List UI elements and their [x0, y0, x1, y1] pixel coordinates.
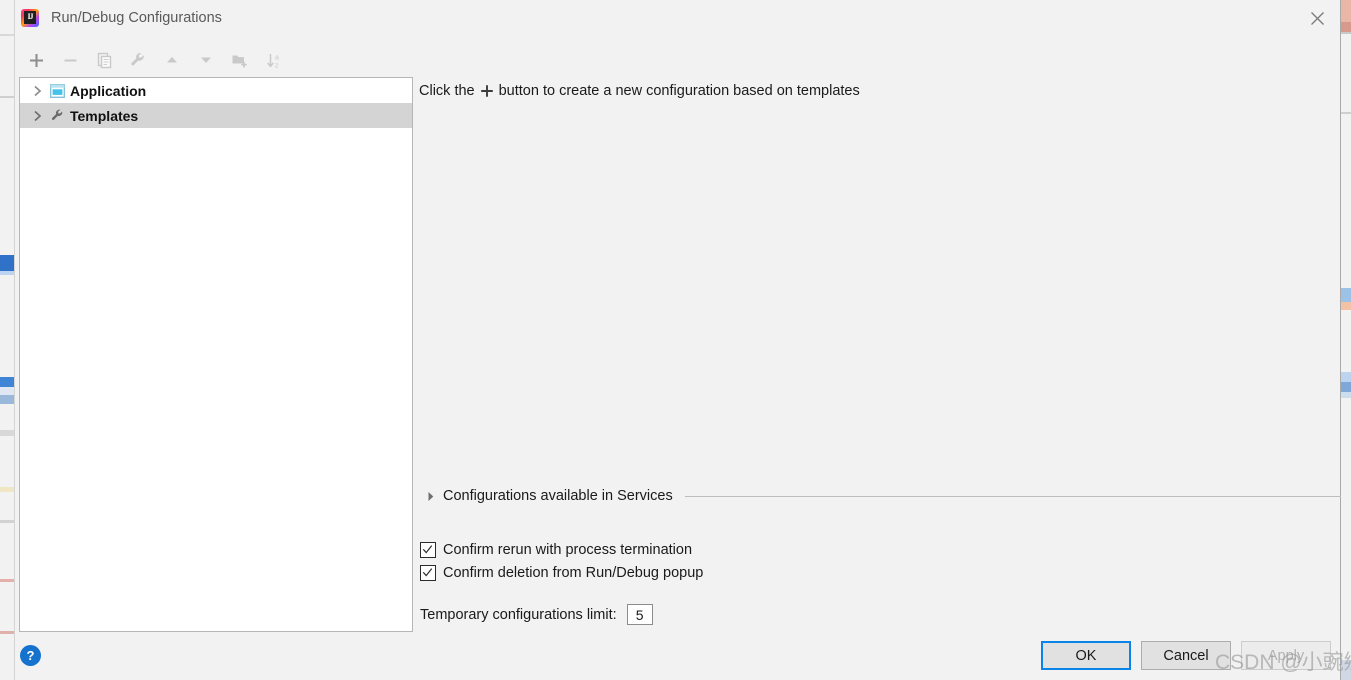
configurations-tree-panel[interactable]: Application Templates	[19, 77, 413, 632]
configurations-toolbar: a z	[19, 44, 291, 76]
services-section-label: Configurations available in Services	[443, 488, 673, 504]
hint-suffix-text: button to create a new configuration bas…	[498, 83, 860, 99]
help-icon[interactable]: ?	[20, 645, 41, 666]
section-divider	[684, 495, 1341, 497]
cancel-button[interactable]: Cancel	[1141, 641, 1231, 670]
confirm-deletion-label: Confirm deletion from Run/Debug popup	[443, 565, 704, 581]
chevron-right-icon[interactable]	[28, 85, 46, 97]
ok-button[interactable]: OK	[1041, 641, 1131, 670]
move-up-button[interactable]	[155, 45, 189, 75]
sort-configurations-button[interactable]: a z	[257, 45, 291, 75]
plus-icon	[480, 84, 494, 98]
background-ide-left-sliver	[0, 0, 15, 680]
close-icon[interactable]	[1294, 0, 1340, 36]
move-down-button[interactable]	[189, 45, 223, 75]
hint-prefix-text: Click the	[419, 83, 475, 99]
intellij-idea-logo-icon: IJ	[21, 9, 39, 27]
copy-configuration-button[interactable]	[87, 45, 121, 75]
confirm-rerun-checkbox-row[interactable]: Confirm rerun with process termination	[420, 542, 692, 558]
temporary-limit-label: Temporary configurations limit:	[420, 606, 617, 623]
services-section-header[interactable]: Configurations available in Services	[423, 488, 1341, 504]
svg-text:a: a	[275, 54, 279, 61]
chevron-right-icon[interactable]	[423, 491, 439, 502]
checkbox-checked-icon[interactable]	[420, 565, 436, 581]
temporary-configurations-limit-row: Temporary configurations limit: 5	[420, 604, 653, 625]
svg-text:z: z	[275, 62, 279, 69]
add-configuration-button[interactable]	[19, 45, 53, 75]
remove-configuration-button[interactable]	[53, 45, 87, 75]
dialog-title: Run/Debug Configurations	[51, 10, 222, 26]
edit-templates-button[interactable]	[121, 45, 155, 75]
empty-state-hint: Click the button to create a new configu…	[419, 83, 860, 99]
wrench-icon	[46, 108, 68, 123]
chevron-right-icon[interactable]	[28, 110, 46, 122]
new-folder-button[interactable]	[223, 45, 257, 75]
run-debug-configurations-dialog: IJ Run/Debug Configurations a z Applicat…	[14, 0, 1351, 680]
confirm-deletion-checkbox-row[interactable]: Confirm deletion from Run/Debug popup	[420, 565, 703, 581]
tree-item-templates[interactable]: Templates	[20, 103, 412, 128]
apply-button[interactable]: Apply	[1241, 641, 1331, 670]
temporary-limit-input[interactable]: 5	[626, 604, 653, 625]
checkbox-checked-icon[interactable]	[420, 542, 436, 558]
tree-item-label: Application	[70, 82, 147, 99]
application-icon	[46, 83, 68, 98]
tree-item-application[interactable]: Application	[20, 78, 412, 103]
tree-item-label: Templates	[70, 107, 139, 124]
confirm-rerun-label: Confirm rerun with process termination	[443, 542, 693, 558]
dialog-titlebar: IJ Run/Debug Configurations	[15, 0, 1340, 36]
